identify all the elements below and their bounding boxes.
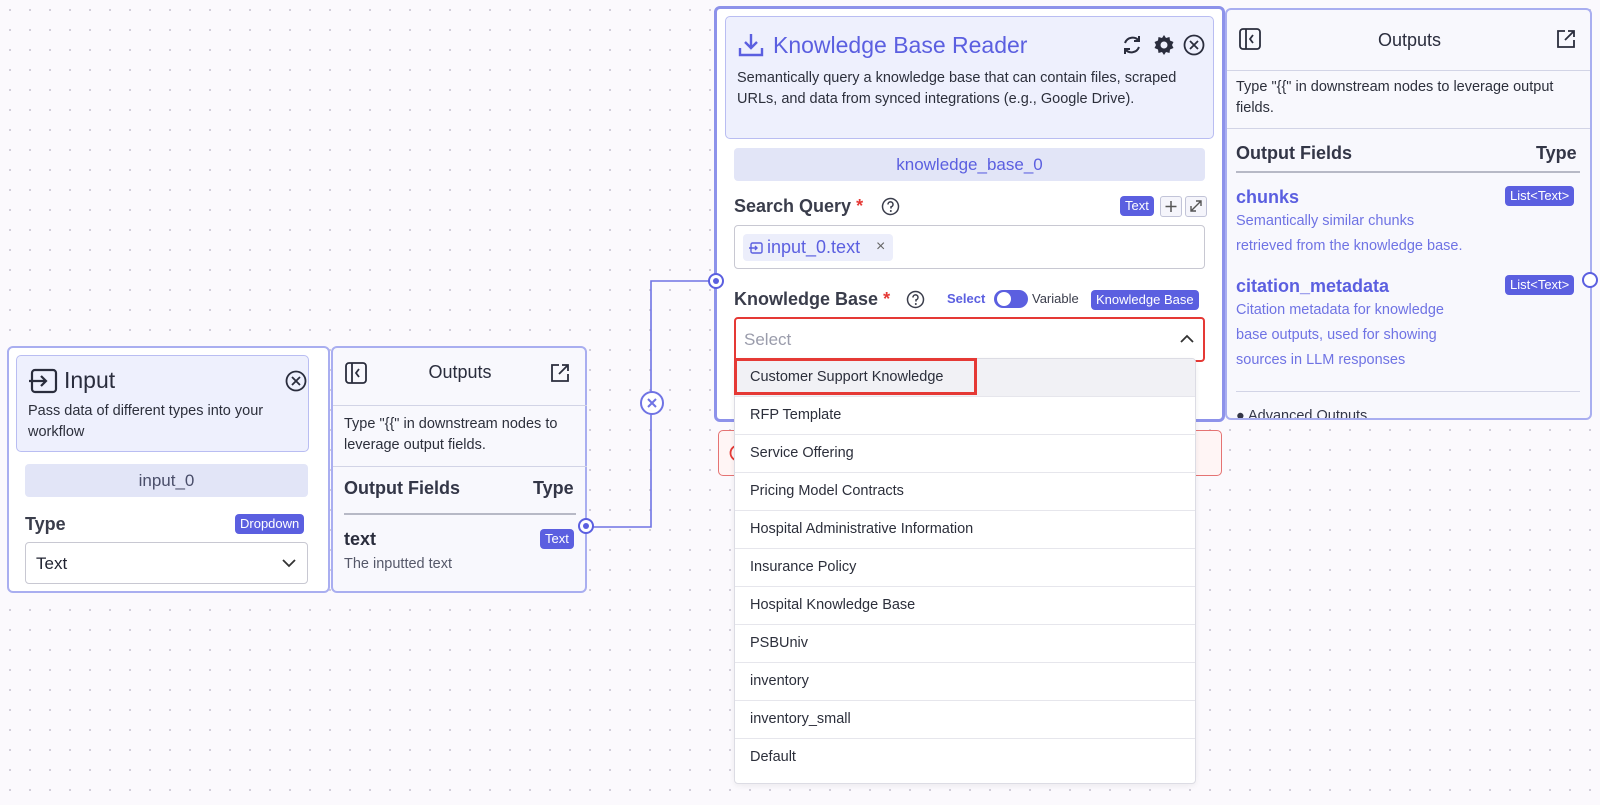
knowledge-base-label: Knowledge Base * (734, 289, 891, 309)
output-field-description: Citation metadata for knowledge base out… (1236, 302, 1444, 368)
output-field-type-badge: List<Text> (1505, 186, 1575, 206)
chevron-down-icon (282, 558, 296, 568)
input-outputs-panel: Outputs Type "{{" in downstream nodes to… (331, 346, 587, 593)
toggle-select-label: Select (947, 291, 986, 306)
search-query-label: Search Query * (734, 196, 864, 216)
highlighted-option-outline (734, 358, 977, 395)
node-name-field[interactable]: knowledge_base_0 (734, 148, 1205, 181)
variable-token-text: input_0.text (767, 237, 861, 257)
kb-node-description: Semantically query a knowledge base that… (737, 70, 1177, 107)
input-node-header: Input Pass data of different types into … (16, 355, 309, 452)
search-query-input[interactable]: input_0.text × (734, 225, 1205, 269)
output-type-header: Type (1536, 143, 1577, 163)
type-label: Type (25, 514, 66, 534)
output-field-type-badge: List<Text> (1505, 275, 1575, 295)
dropdown-option[interactable]: Insurance Policy (735, 549, 1195, 587)
input-icon (28, 368, 58, 394)
outputs-title: Outputs (1377, 30, 1442, 50)
dropdown-option[interactable]: Service Offering (735, 435, 1195, 473)
dropdown-option[interactable]: PSBUniv (735, 625, 1195, 663)
advanced-outputs-toggle[interactable]: ● Advanced Outputs (1236, 408, 1367, 418)
type-select[interactable]: Text (25, 542, 308, 584)
output-field-citation-metadata: citation_metadata (1236, 276, 1390, 296)
output-handle-citation[interactable] (1582, 272, 1598, 288)
output-field-description: The inputted text (344, 556, 453, 572)
gear-icon[interactable] (1153, 34, 1175, 56)
refresh-icon[interactable] (1121, 34, 1143, 56)
type-select-value: Text (36, 554, 68, 573)
input-node-title: Input (64, 367, 116, 393)
outputs-hint: Type "{{" in downstream nodes to leverag… (1236, 79, 1554, 116)
dropdown-option[interactable]: inventory_small (735, 701, 1195, 739)
knowledge-base-select[interactable]: Select (734, 317, 1205, 362)
output-fields-header: Output Fields (344, 478, 460, 498)
external-link-icon[interactable] (1555, 28, 1577, 50)
type-badge[interactable]: Dropdown (235, 514, 305, 534)
node-name-field[interactable]: input_0 (25, 464, 308, 497)
output-field-chunks: chunks (1236, 187, 1300, 207)
download-icon (738, 32, 764, 58)
output-handle-text[interactable] (578, 518, 594, 534)
output-field-type-badge: Text (540, 529, 574, 549)
kb-outputs-panel: Outputs Type "{{" in downstream nodes to… (1225, 8, 1592, 420)
help-icon[interactable] (906, 290, 925, 309)
close-node-icon[interactable] (1183, 34, 1205, 56)
dropdown-option[interactable]: Default (735, 739, 1195, 777)
dropdown-option[interactable]: Hospital Administrative Information (735, 511, 1195, 549)
input-token-icon (749, 242, 763, 254)
output-fields-header: Output Fields (1236, 143, 1352, 163)
required-marker: * (856, 196, 864, 216)
toggle-variable-label: Variable (1032, 291, 1079, 306)
dropdown-option[interactable]: Hospital Knowledge Base (735, 587, 1195, 625)
select-variable-toggle[interactable] (994, 290, 1028, 308)
output-field-description: Semantically similar chunks retrieved fr… (1236, 213, 1463, 254)
dropdown-option[interactable]: inventory (735, 663, 1195, 701)
help-icon[interactable] (881, 197, 900, 216)
required-marker: * (883, 289, 891, 309)
knowledge-base-dropdown: Customer Support Knowledge RFP Template … (734, 358, 1196, 784)
expand-icon[interactable] (1185, 196, 1207, 217)
outputs-hint: Type "{{" in downstream nodes to leverag… (344, 416, 558, 453)
search-query-type-badge[interactable]: Text (1120, 196, 1154, 216)
external-link-icon[interactable] (549, 362, 571, 384)
output-type-header: Type (533, 478, 574, 498)
dropdown-option[interactable]: Pricing Model Contracts (735, 473, 1195, 511)
kb-node-title: Knowledge Base Reader (773, 32, 1028, 58)
input-node-description: Pass data of different types into your w… (28, 403, 264, 440)
chevron-up-icon (1180, 334, 1194, 344)
dropdown-option[interactable]: RFP Template (735, 397, 1195, 435)
edge-delete-icon[interactable] (640, 391, 664, 415)
add-icon[interactable] (1160, 196, 1182, 217)
knowledge-base-placeholder: Select (744, 330, 792, 349)
kb-node-header: Knowledge Base Reader Semantically query… (725, 16, 1214, 139)
input-handle-search-query[interactable] (708, 273, 724, 289)
close-node-icon[interactable] (285, 370, 307, 392)
knowledge-base-type-badge[interactable]: Knowledge Base (1091, 290, 1199, 310)
remove-token-icon[interactable]: × (876, 238, 885, 256)
input-node[interactable]: Input Pass data of different types into … (7, 346, 330, 593)
output-field-name: text (344, 529, 377, 549)
variable-token[interactable]: input_0.text × (743, 234, 893, 261)
